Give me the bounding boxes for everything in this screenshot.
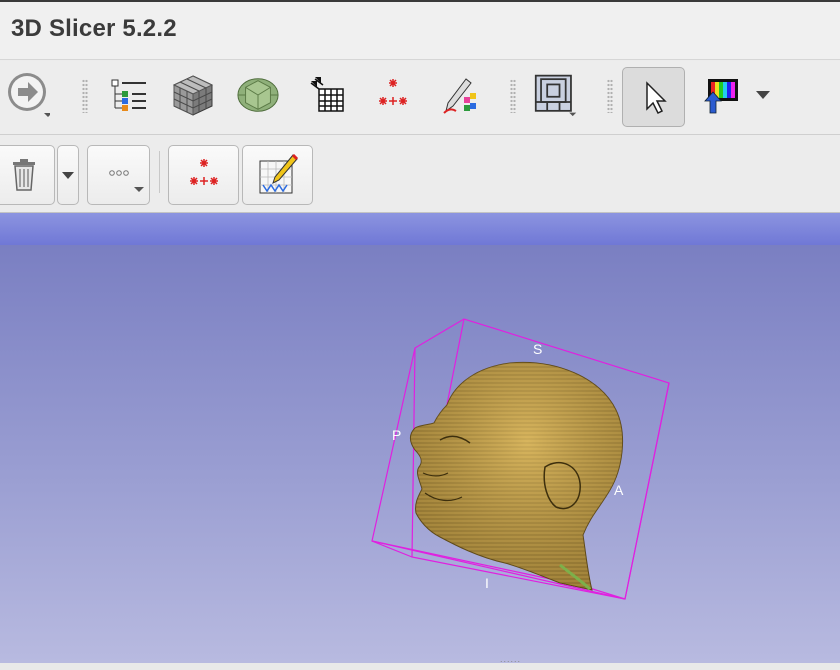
place-fiducial-icon bbox=[189, 159, 218, 185]
3d-view-header-bar[interactable] bbox=[0, 213, 840, 245]
chevron-down-icon[interactable] bbox=[756, 91, 770, 99]
anterior-label: A bbox=[614, 482, 624, 498]
toolbar-grip[interactable] bbox=[607, 79, 613, 113]
3d-view[interactable]: S P A I bbox=[0, 245, 840, 663]
more-options-icon bbox=[108, 170, 144, 192]
app-title: 3D Slicer 5.2.2 bbox=[11, 15, 177, 42]
title-bar: 3D Slicer 5.2.2 bbox=[0, 0, 840, 60]
module-navigation-button[interactable] bbox=[6, 73, 50, 117]
pointer-mode-icon bbox=[645, 81, 667, 115]
toolbar-separator bbox=[159, 151, 160, 193]
chevron-down-icon bbox=[62, 171, 74, 179]
main-toolbar: » bbox=[0, 61, 840, 169]
place-fiducial-button[interactable] bbox=[168, 145, 239, 205]
delete-icon bbox=[12, 159, 35, 191]
markups-module-button[interactable] bbox=[371, 73, 415, 117]
models-module-button[interactable] bbox=[236, 73, 280, 117]
delete-button[interactable] bbox=[0, 145, 55, 205]
volumes-module-button[interactable] bbox=[171, 73, 215, 117]
toolbar-grip[interactable] bbox=[82, 79, 88, 113]
more-options-button[interactable] bbox=[87, 145, 150, 205]
transforms-module-button[interactable] bbox=[305, 73, 349, 117]
resize-grip-dots: ...... bbox=[500, 654, 522, 664]
secondary-toolbar bbox=[0, 135, 840, 213]
superior-label: S bbox=[533, 341, 542, 357]
transforms-module-icon bbox=[310, 77, 344, 112]
markups-module-icon bbox=[379, 79, 407, 105]
toolbar-grip[interactable] bbox=[510, 79, 516, 113]
data-module-button[interactable] bbox=[107, 75, 151, 119]
layout-icon bbox=[534, 74, 577, 117]
annotation-edit-icon bbox=[259, 153, 298, 194]
models-module-icon bbox=[237, 78, 279, 112]
delete-dropdown-button[interactable] bbox=[57, 145, 79, 205]
window-level-icon bbox=[704, 79, 738, 114]
3d-scene[interactable]: S P A I bbox=[0, 245, 840, 663]
module-navigation-icon bbox=[8, 73, 50, 117]
segment-editor-icon bbox=[443, 78, 476, 114]
layout-button[interactable] bbox=[534, 73, 578, 117]
inferior-label: I bbox=[485, 575, 489, 591]
annotation-edit-button[interactable] bbox=[242, 145, 313, 205]
data-module-icon bbox=[111, 79, 146, 111]
segment-editor-button[interactable] bbox=[436, 73, 480, 117]
view-resize-handle[interactable]: ...... bbox=[0, 654, 840, 670]
posterior-label: P bbox=[392, 427, 401, 443]
window-level-button[interactable] bbox=[700, 73, 744, 117]
pointer-mode-button[interactable] bbox=[622, 67, 685, 127]
volumes-module-icon bbox=[172, 75, 214, 116]
